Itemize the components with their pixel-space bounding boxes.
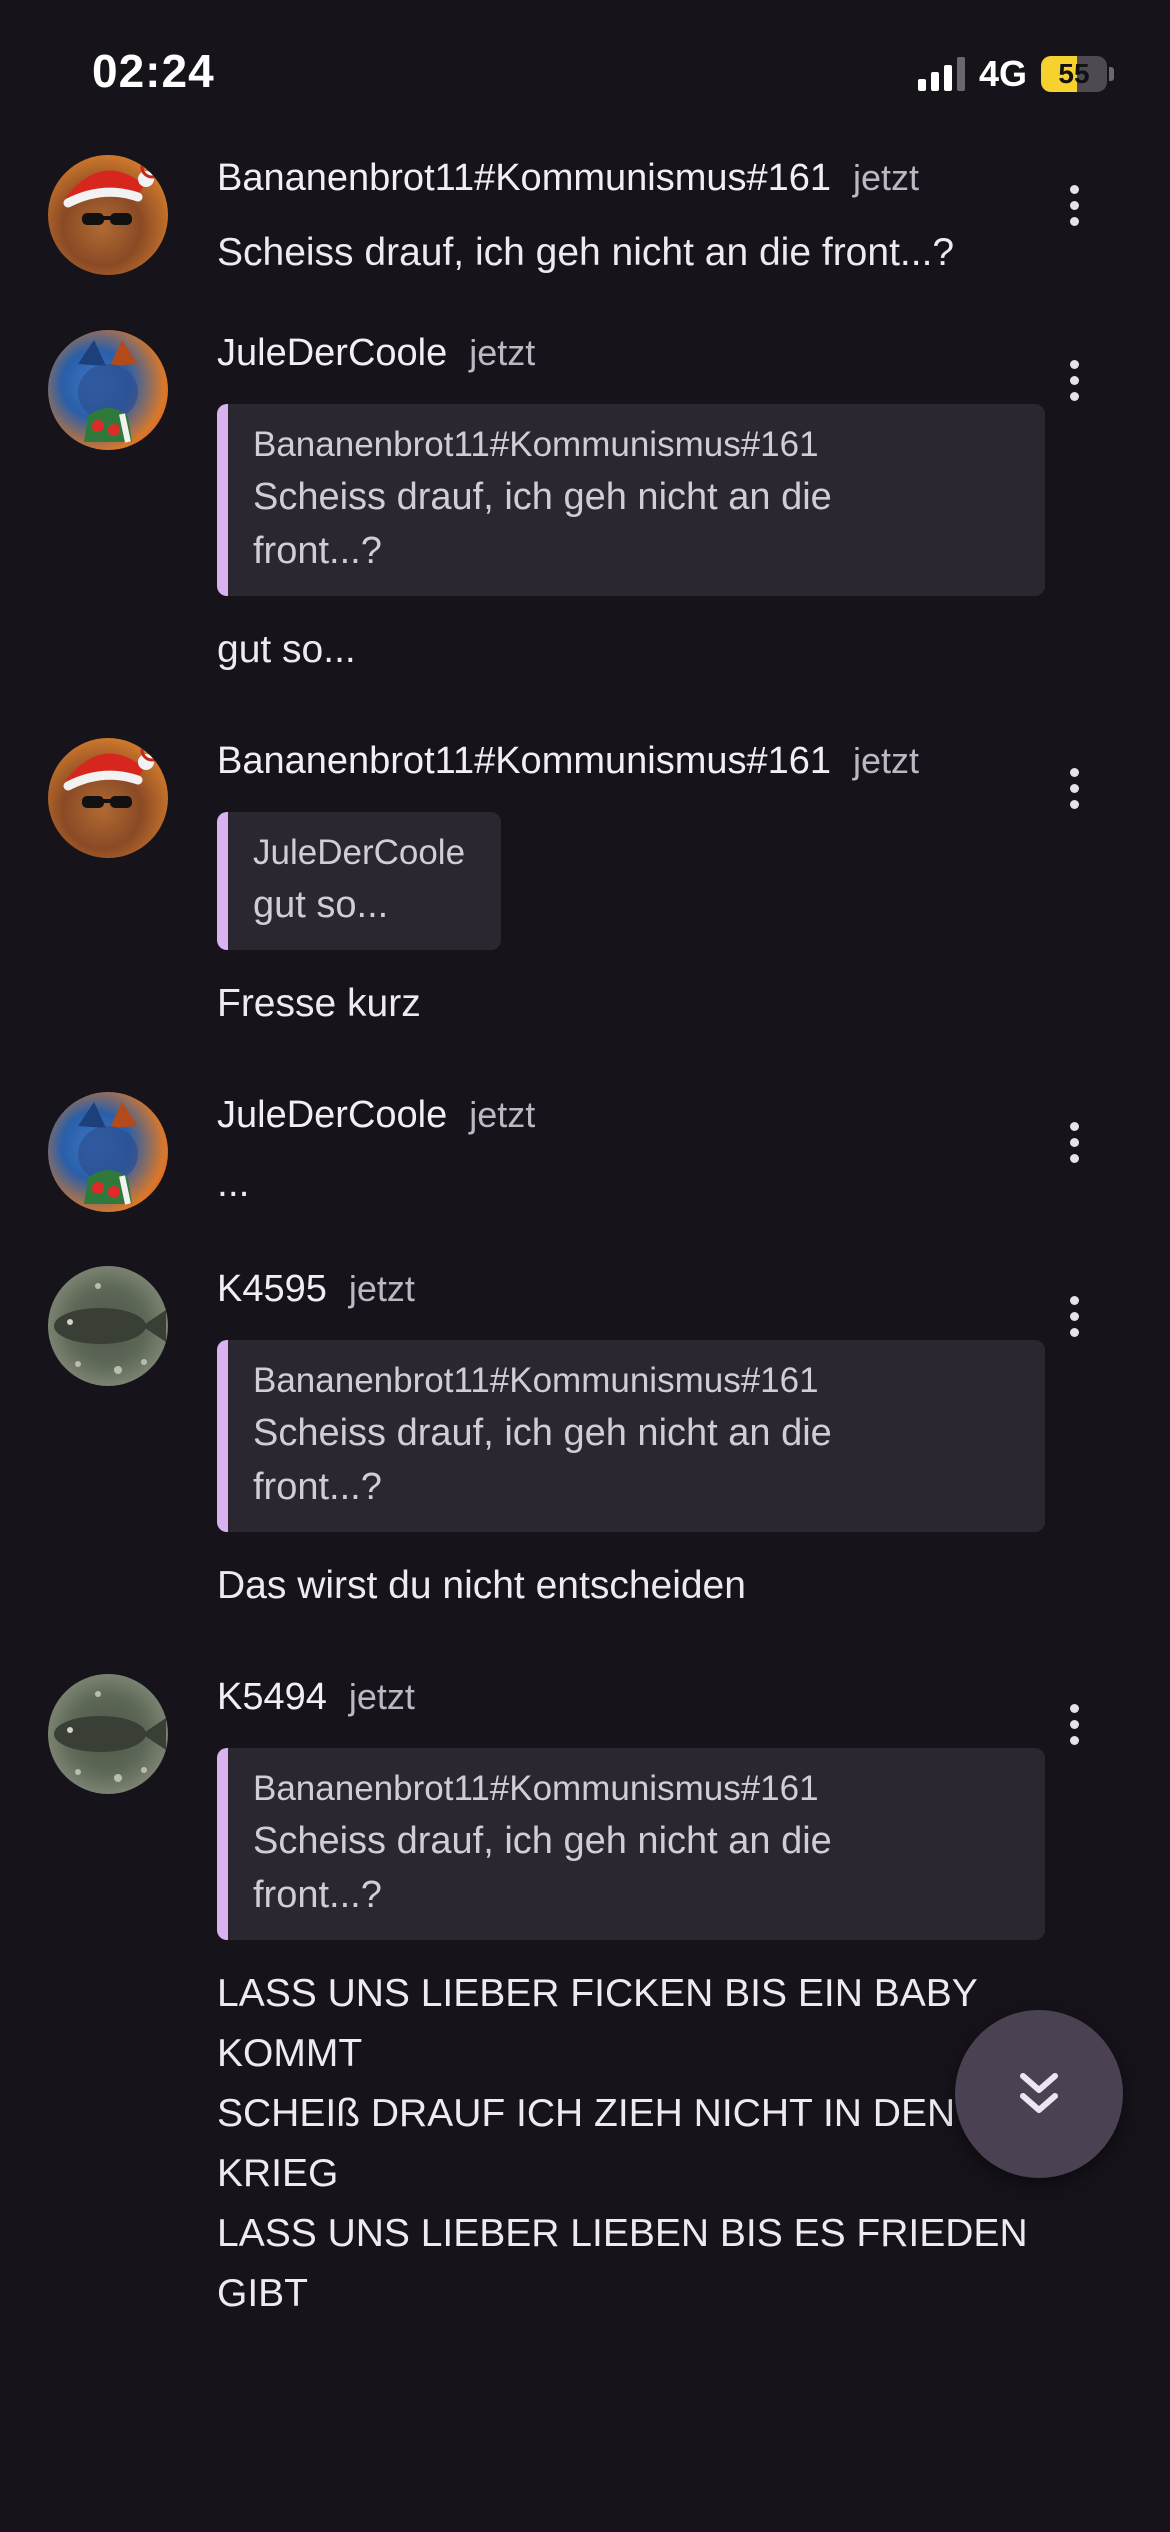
- fish-avatar[interactable]: [48, 1266, 168, 1386]
- quote-text: Scheiss drauf, ich geh nicht an die fron…: [253, 1412, 832, 1508]
- more-options-icon[interactable]: [1054, 1286, 1094, 1346]
- status-icons: 4G 55: [917, 52, 1114, 96]
- message-text: gut so...: [217, 628, 356, 671]
- message-author[interactable]: Bananenbrot11#Kommunismus#161: [217, 740, 831, 783]
- message-author[interactable]: Bananenbrot11#Kommunismus#161: [217, 157, 831, 200]
- message-author[interactable]: K4595: [217, 1268, 327, 1311]
- status-bar: 02:24 4G 55: [0, 0, 1170, 140]
- more-options-icon[interactable]: [1054, 175, 1094, 235]
- message-text: ...: [217, 1162, 250, 1205]
- quote-author: JuleDerCoole: [253, 833, 466, 872]
- christmas-wolf-avatar[interactable]: [48, 1092, 168, 1212]
- message-time: jetzt: [469, 332, 536, 373]
- quoted-message[interactable]: Bananenbrot11#Kommunismus#161 Scheiss dr…: [217, 1748, 1045, 1940]
- double-chevron-down-icon: [1020, 2073, 1058, 2113]
- christmas-wolf-avatar[interactable]: [48, 330, 168, 450]
- message-author[interactable]: K5494: [217, 1676, 327, 1719]
- message-time: jetzt: [469, 1094, 536, 1135]
- more-options-icon[interactable]: [1054, 1694, 1094, 1754]
- message-time: jetzt: [348, 1268, 415, 1309]
- santa-bread-avatar[interactable]: [48, 738, 168, 858]
- more-options-icon[interactable]: [1054, 758, 1094, 818]
- message-time: jetzt: [348, 1676, 415, 1717]
- message-text: Scheiss drauf, ich geh nicht an die fron…: [217, 231, 955, 274]
- quote-author: Bananenbrot11#Kommunismus#161: [253, 1361, 819, 1400]
- message-author[interactable]: JuleDerCoole: [217, 332, 447, 375]
- message-time: jetzt: [853, 157, 920, 198]
- message-author[interactable]: JuleDerCoole: [217, 1094, 447, 1137]
- signal-icon: [917, 57, 965, 91]
- scroll-to-bottom-button[interactable]: [955, 2010, 1123, 2178]
- message-text: Fresse kurz: [217, 982, 421, 1025]
- santa-bread-avatar[interactable]: [48, 155, 168, 275]
- quoted-message[interactable]: Bananenbrot11#Kommunismus#161 Scheiss dr…: [217, 1340, 1045, 1532]
- battery-tip: [1109, 67, 1114, 81]
- status-time: 02:24: [92, 45, 215, 97]
- quoted-message[interactable]: JuleDerCoole gut so...: [217, 812, 502, 950]
- more-options-icon[interactable]: [1054, 1112, 1094, 1172]
- battery-icon: 55: [1041, 56, 1107, 92]
- battery-level: 55: [1058, 58, 1090, 89]
- quoted-message[interactable]: Bananenbrot11#Kommunismus#161 Scheiss dr…: [217, 404, 1045, 596]
- quote-text: Scheiss drauf, ich geh nicht an die fron…: [253, 1820, 832, 1916]
- quote-author: Bananenbrot11#Kommunismus#161: [253, 425, 819, 464]
- fish-avatar[interactable]: [48, 1674, 168, 1794]
- message-text: Das wirst du nicht entscheiden: [217, 1564, 746, 1607]
- more-options-icon[interactable]: [1054, 350, 1094, 410]
- quote-author: Bananenbrot11#Kommunismus#161: [253, 1769, 819, 1808]
- message-text: LASS UNS LIEBER FICKEN BIS EIN BABY KOMM…: [217, 1972, 1028, 2315]
- message-time: jetzt: [853, 740, 920, 781]
- quote-text: gut so...: [253, 884, 389, 926]
- network-type: 4G: [978, 53, 1027, 94]
- quote-text: Scheiss drauf, ich geh nicht an die fron…: [253, 476, 832, 572]
